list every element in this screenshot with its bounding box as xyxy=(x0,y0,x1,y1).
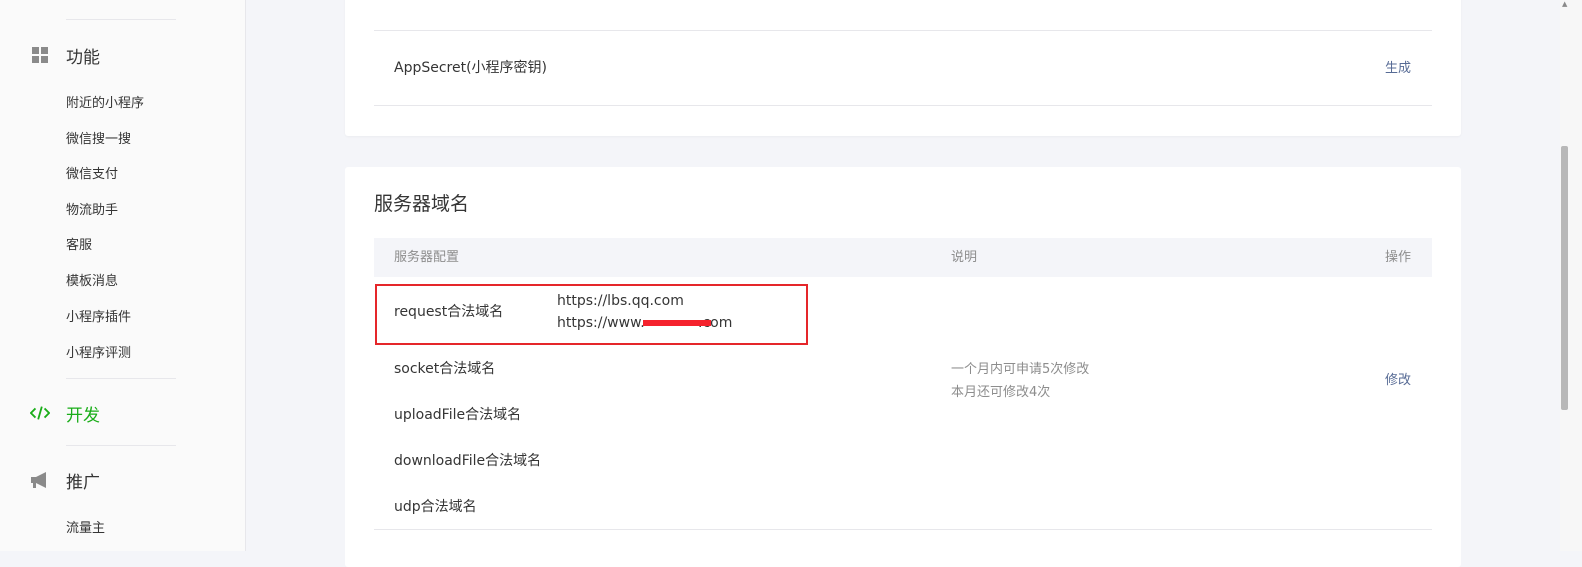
sidebar-section-features[interactable]: 功能 xyxy=(30,43,100,68)
server-domain-panel xyxy=(345,167,1461,567)
megaphone-icon xyxy=(30,470,50,490)
modify-domain-link[interactable]: 修改 xyxy=(1385,372,1411,390)
scrollbar-thumb[interactable] xyxy=(1561,146,1568,410)
domain-type-uploadfile: uploadFile合法域名 xyxy=(394,407,522,423)
highlight-box xyxy=(375,284,808,345)
sidebar-item-nearby[interactable]: 附近的小程序 xyxy=(66,96,144,112)
scroll-up-arrow-icon[interactable]: ▲ xyxy=(1562,0,1567,8)
sidebar-item-logistics[interactable]: 物流助手 xyxy=(66,203,118,219)
table-header xyxy=(374,238,1432,277)
column-header-desc: 说明 xyxy=(951,250,978,265)
sidebar-divider xyxy=(66,445,176,446)
sidebar-item-wechat-pay[interactable]: 微信支付 xyxy=(66,167,118,183)
sidebar: 功能 附近的小程序 微信搜一搜 微信支付 物流助手 客服 模板消息 小程序插件 … xyxy=(0,0,246,551)
sidebar-divider xyxy=(66,19,176,20)
grid-icon xyxy=(30,45,50,65)
row-divider xyxy=(374,529,1432,530)
sidebar-section-label: 推广 xyxy=(66,472,100,493)
sidebar-item-plugins[interactable]: 小程序插件 xyxy=(66,310,131,326)
sidebar-divider xyxy=(66,378,176,379)
generate-secret-link[interactable]: 生成 xyxy=(1385,60,1411,78)
appsecret-label: AppSecret(小程序密钥) xyxy=(394,60,548,76)
domain-type-socket: socket合法域名 xyxy=(394,361,496,377)
sidebar-section-develop[interactable]: 开发 xyxy=(30,401,100,426)
row-divider xyxy=(374,105,1432,106)
sidebar-section-promotion[interactable]: 推广 xyxy=(30,468,100,493)
code-icon xyxy=(30,403,50,423)
sidebar-item-customer-service[interactable]: 客服 xyxy=(66,238,92,254)
domain-type-udp: udp合法域名 xyxy=(394,499,477,515)
sidebar-item-evaluation[interactable]: 小程序评测 xyxy=(66,346,131,362)
column-header-action: 操作 xyxy=(1385,250,1412,265)
sidebar-section-label: 功能 xyxy=(66,47,100,68)
modify-limit-desc: 一个月内可申请5次修改 xyxy=(951,362,1090,377)
modify-remaining-desc: 本月还可修改4次 xyxy=(951,385,1051,400)
column-header-config: 服务器配置 xyxy=(394,250,460,265)
sidebar-item-wechat-search[interactable]: 微信搜一搜 xyxy=(66,132,131,148)
section-title: 服务器域名 xyxy=(374,193,470,215)
domain-type-downloadfile: downloadFile合法域名 xyxy=(394,453,542,469)
sidebar-section-label: 开发 xyxy=(66,405,100,426)
sidebar-item-traffic-owner[interactable]: 流量主 xyxy=(66,521,105,537)
row-divider xyxy=(374,30,1432,31)
sidebar-item-template-message[interactable]: 模板消息 xyxy=(66,274,118,290)
